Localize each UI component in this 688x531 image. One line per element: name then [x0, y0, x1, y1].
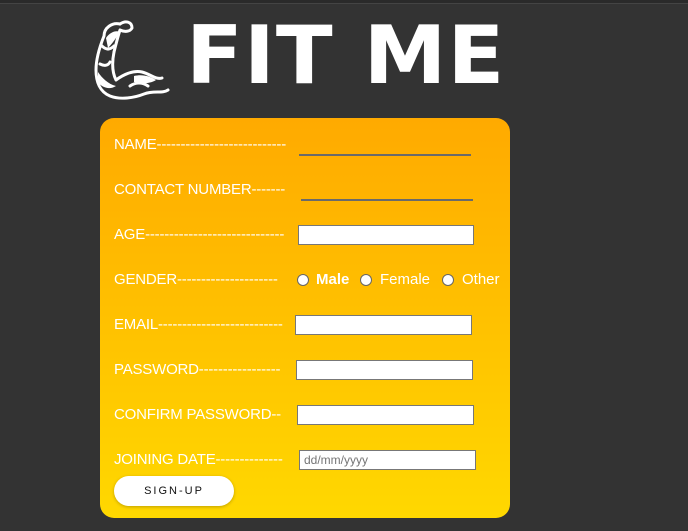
password-input[interactable]	[296, 360, 473, 380]
contact-number-input[interactable]	[301, 181, 473, 201]
flexed-arm-icon	[94, 20, 170, 100]
gender-row: GENDER--------------------- Male Female …	[114, 269, 510, 291]
name-label: NAME---------------------------	[114, 136, 287, 153]
gender-male-label: Male	[316, 271, 350, 288]
name-input[interactable]	[299, 136, 471, 156]
gender-other-radio[interactable]	[442, 274, 454, 286]
email-input[interactable]	[295, 315, 472, 335]
joining-date-input[interactable]	[299, 450, 476, 470]
gender-label: GENDER---------------------	[114, 271, 278, 288]
confirm-password-label: CONFIRM PASSWORD--	[114, 406, 281, 423]
contact-label: CONTACT NUMBER-------	[114, 181, 286, 198]
email-row: EMAIL--------------------------	[114, 314, 494, 336]
gender-male-radio[interactable]	[297, 274, 309, 286]
joining-date-label: JOINING DATE--------------	[114, 451, 283, 468]
joining-date-row: JOINING DATE--------------	[114, 449, 494, 471]
signup-form: NAME--------------------------- CONTACT …	[100, 118, 510, 518]
gender-female-label: Female	[380, 271, 431, 288]
name-row: NAME---------------------------	[114, 134, 494, 156]
password-row: PASSWORD-----------------	[114, 359, 494, 381]
gender-other-label: Other	[462, 271, 500, 288]
age-label: AGE-----------------------------	[114, 226, 285, 243]
brand-title: FIT ME	[186, 9, 506, 102]
password-label: PASSWORD-----------------	[114, 361, 281, 378]
email-label: EMAIL--------------------------	[114, 316, 283, 333]
confirm-password-input[interactable]	[297, 405, 474, 425]
confirm-password-row: CONFIRM PASSWORD--	[114, 404, 494, 426]
age-row: AGE-----------------------------	[114, 224, 494, 246]
top-border	[0, 0, 688, 4]
contact-row: CONTACT NUMBER-------	[114, 179, 494, 201]
signup-button[interactable]: SIGN-UP	[114, 476, 234, 506]
gender-female-radio[interactable]	[360, 274, 372, 286]
age-input[interactable]	[298, 225, 474, 245]
